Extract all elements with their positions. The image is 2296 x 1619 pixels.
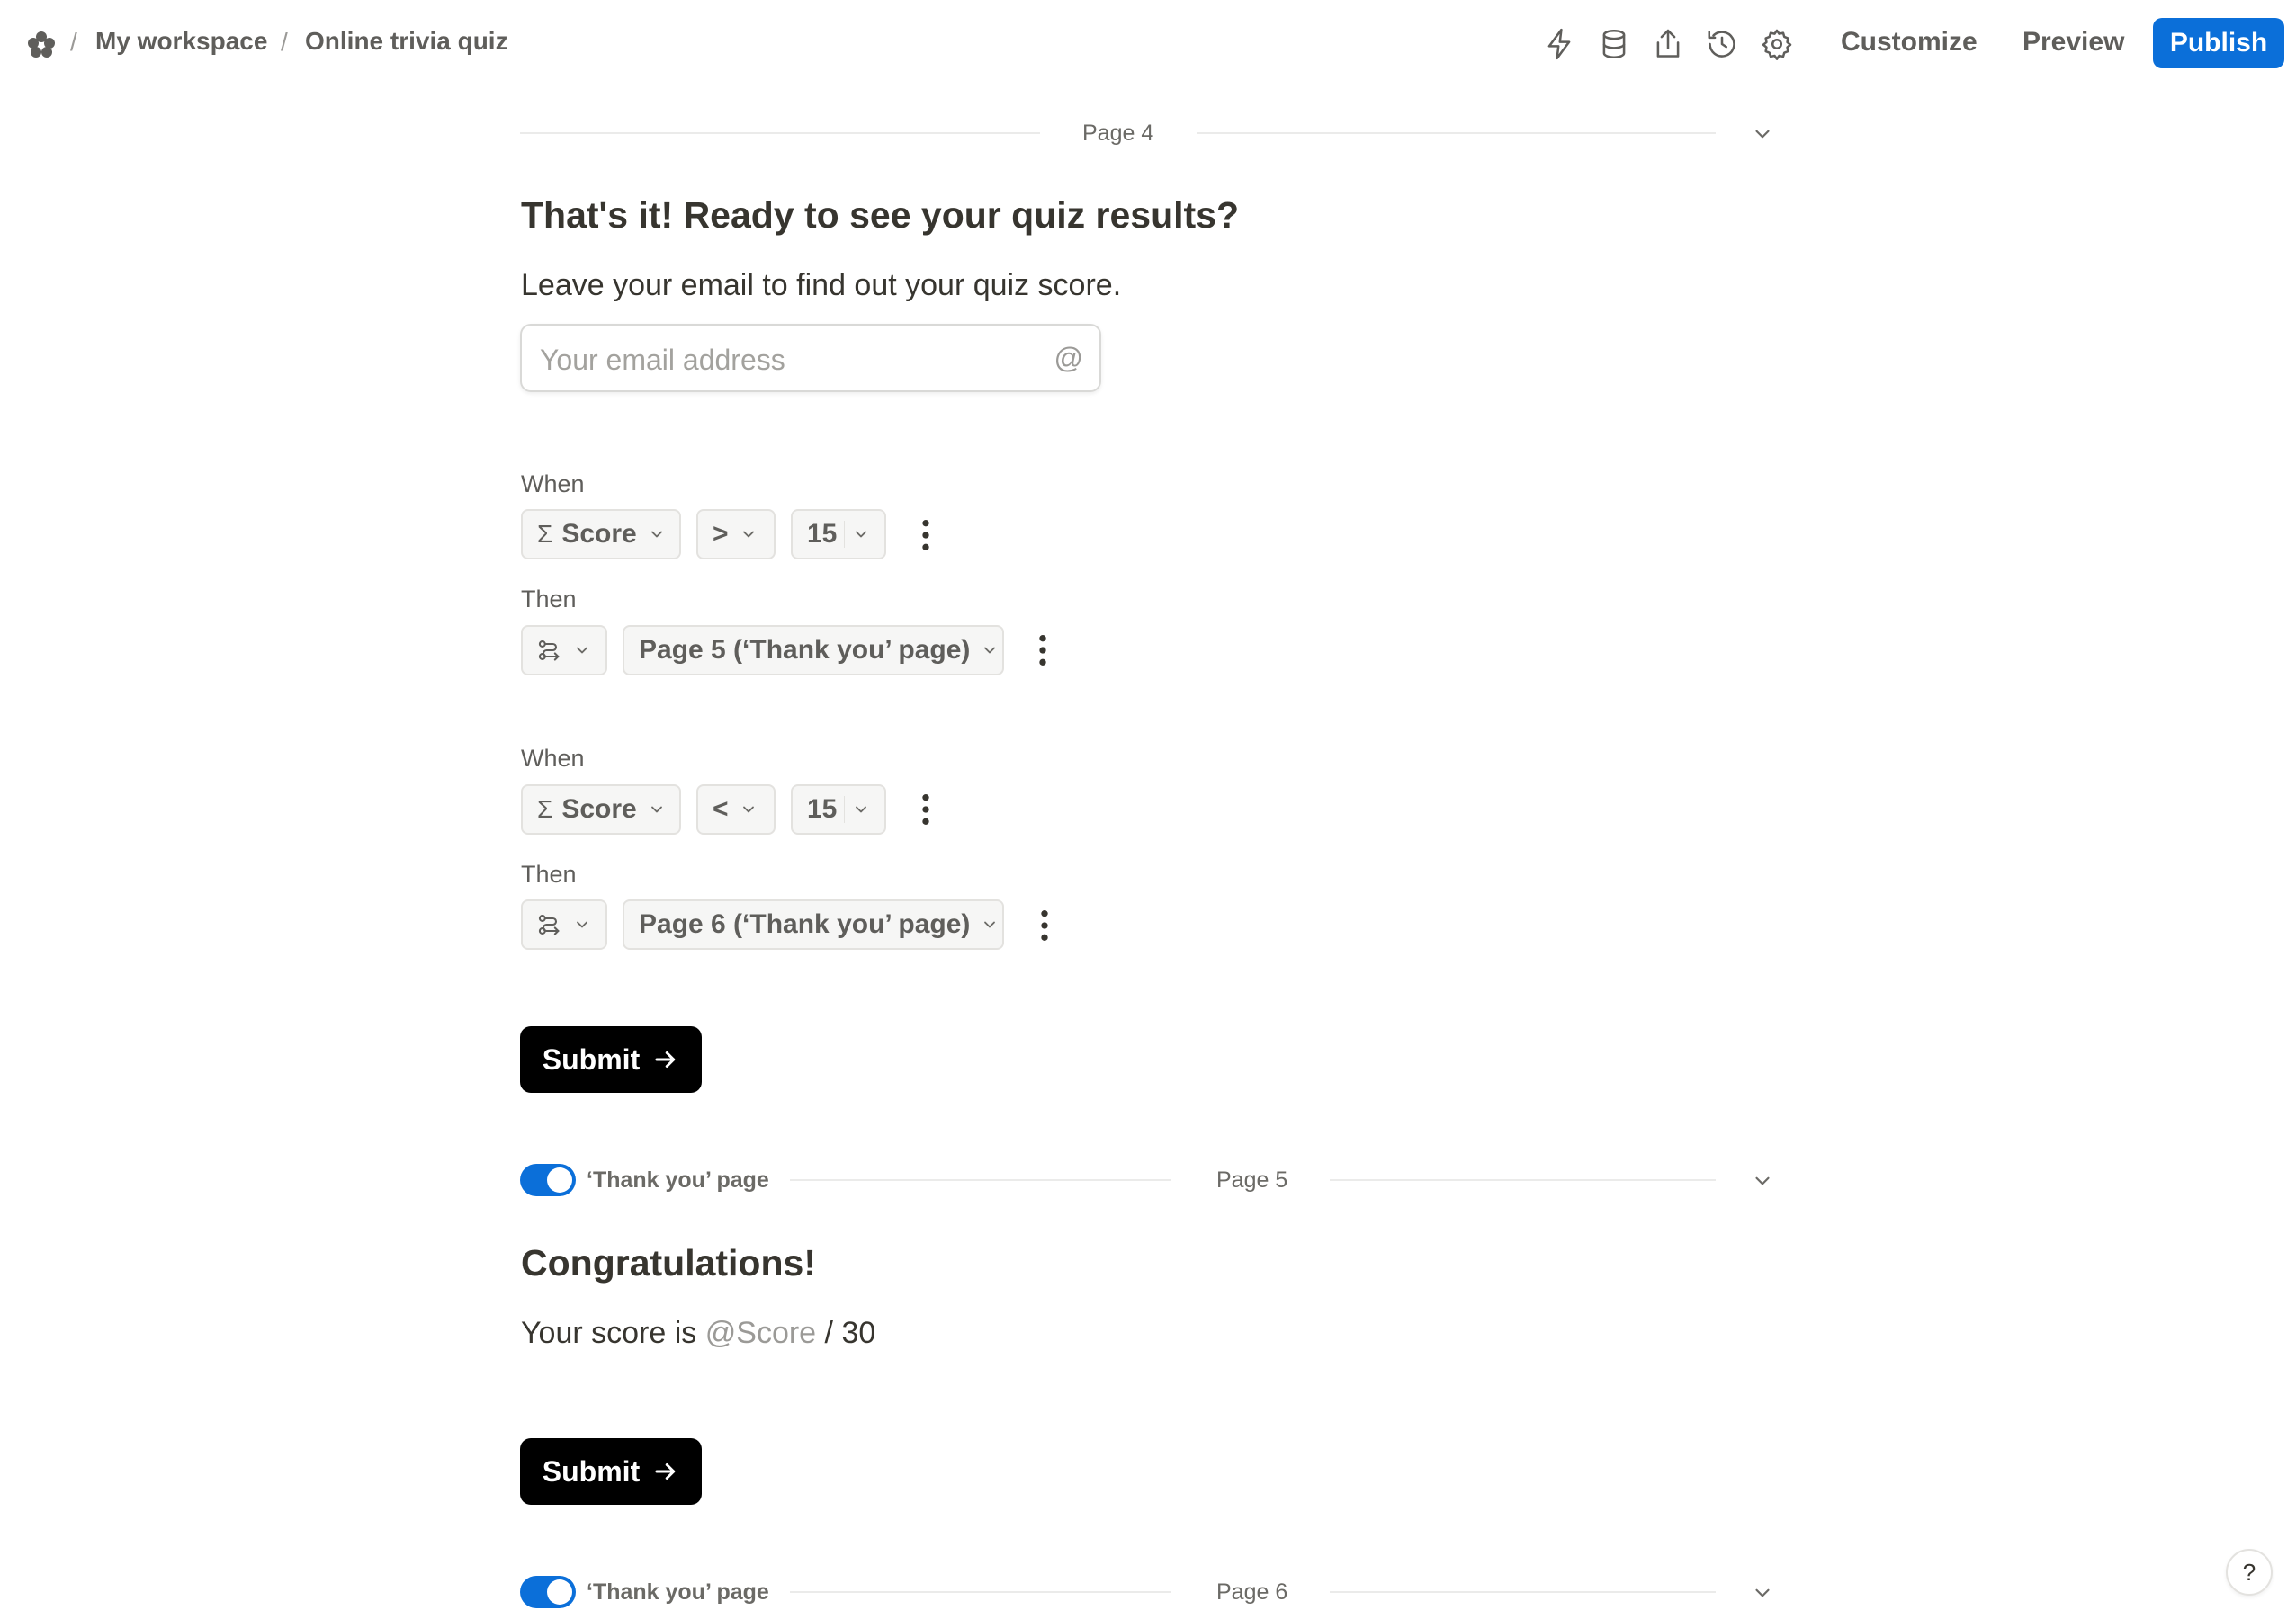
condition-operator-select[interactable]: > — [696, 509, 776, 559]
customize-button[interactable]: Customize — [1841, 27, 1978, 58]
score-suffix: / 30 — [824, 1316, 876, 1350]
when-label: When — [521, 745, 585, 772]
thank-you-page-label: ‘Thank you’ page — [587, 1579, 769, 1605]
page-divider-line — [1330, 1591, 1716, 1593]
chevron-down-icon — [650, 806, 662, 813]
sigma-icon: Σ — [537, 795, 553, 823]
condition-value: 15 — [807, 794, 838, 824]
action-type-select[interactable] — [521, 899, 607, 950]
history-icon[interactable] — [1705, 27, 1739, 61]
score-text[interactable]: Your score is @Score / 30 — [521, 1316, 875, 1351]
database-icon[interactable] — [1597, 27, 1631, 61]
page-label: Page 5 — [1216, 1167, 1288, 1193]
action-target-value: Page 5 (‘Thank you’ page) — [639, 635, 971, 665]
lightning-icon[interactable] — [1542, 27, 1576, 61]
then-label: Then — [521, 586, 577, 613]
more-options-icon[interactable] — [1036, 632, 1050, 668]
action-target-select[interactable]: Page 6 (‘Thank you’ page) — [623, 899, 1004, 950]
action-target-select[interactable]: Page 5 (‘Thank you’ page) — [623, 625, 1004, 675]
chevron-down-icon — [856, 806, 866, 813]
submit-button[interactable]: Submit — [520, 1026, 702, 1093]
chevron-down-icon — [856, 531, 866, 538]
gear-icon[interactable] — [1760, 27, 1794, 61]
condition-field-select[interactable]: Σ Score — [521, 509, 681, 559]
chevron-down-icon — [742, 806, 754, 813]
route-icon — [538, 915, 560, 935]
chevron-down-icon — [984, 647, 996, 654]
share-icon[interactable] — [1651, 27, 1685, 61]
action-target-value: Page 6 (‘Thank you’ page) — [639, 909, 971, 939]
preview-button[interactable]: Preview — [2022, 27, 2124, 58]
thank-you-page-label: ‘Thank you’ page — [587, 1167, 769, 1193]
more-options-icon[interactable] — [919, 517, 933, 553]
chevron-down-icon — [577, 647, 587, 654]
at-sign-icon: @ — [1054, 342, 1083, 374]
submit-label: Submit — [542, 1454, 641, 1488]
breadcrumb-separator: / — [281, 28, 288, 56]
chevron-down-icon — [742, 531, 754, 538]
condition-field-value: Score — [561, 519, 637, 549]
condition-field-select[interactable]: Σ Score — [521, 784, 681, 835]
chevron-down-icon[interactable] — [1751, 1581, 1774, 1605]
submit-label: Submit — [542, 1042, 641, 1076]
then-label: Then — [521, 861, 577, 888]
action-type-select[interactable] — [521, 625, 607, 675]
score-prefix: Your score is — [521, 1316, 697, 1350]
page-label: Page 6 — [1216, 1579, 1288, 1605]
when-label: When — [521, 470, 585, 497]
submit-button[interactable]: Submit — [520, 1438, 702, 1505]
email-placeholder: Your email address — [540, 344, 785, 376]
arrow-right-icon — [655, 1463, 676, 1480]
toggle-knob — [547, 1167, 572, 1193]
score-mention: @Score — [704, 1316, 817, 1350]
condition-value: 15 — [807, 519, 838, 549]
condition-operator-select[interactable]: < — [696, 784, 776, 835]
page-divider-line — [790, 1591, 1171, 1593]
condition-operator-value: > — [713, 519, 729, 549]
page-label: Page 4 — [1082, 121, 1154, 146]
top-bar: / My workspace / Online trivia quiz Cust… — [0, 0, 2296, 90]
toggle-knob — [547, 1579, 572, 1605]
more-options-icon[interactable] — [919, 792, 933, 827]
thank-you-title[interactable]: Congratulations! — [521, 1242, 816, 1284]
chevron-down-icon — [650, 531, 662, 538]
condition-operator-value: < — [713, 794, 729, 824]
chevron-down-icon[interactable] — [1751, 1169, 1774, 1193]
more-options-icon[interactable] — [1037, 908, 1052, 944]
email-field[interactable]: Your email address @ — [520, 324, 1101, 392]
page-description[interactable]: Leave your email to find out your quiz s… — [521, 268, 1121, 303]
chevron-down-icon — [984, 921, 996, 928]
arrow-right-icon — [655, 1051, 676, 1068]
pill-separator — [844, 796, 845, 823]
workspace-logo-icon[interactable] — [23, 27, 59, 63]
condition-value-select[interactable]: 15 — [791, 784, 886, 835]
sigma-icon: Σ — [537, 520, 553, 548]
page-title[interactable]: That's it! Ready to see your quiz result… — [521, 194, 1239, 237]
publish-button[interactable]: Publish — [2153, 18, 2284, 68]
chevron-down-icon — [577, 921, 587, 928]
pill-separator — [844, 521, 845, 548]
page-divider-line — [1197, 132, 1716, 134]
help-button[interactable]: ? — [2226, 1549, 2273, 1596]
page-divider-line — [790, 1179, 1171, 1181]
route-icon — [538, 640, 560, 661]
thank-you-page-toggle[interactable] — [520, 1164, 576, 1196]
chevron-down-icon[interactable] — [1751, 122, 1774, 146]
condition-field-value: Score — [561, 794, 637, 824]
breadcrumb-workspace[interactable]: My workspace — [95, 27, 267, 56]
breadcrumb-separator: / — [70, 28, 77, 56]
breadcrumb-form-title[interactable]: Online trivia quiz — [305, 27, 508, 56]
thank-you-page-toggle[interactable] — [520, 1576, 576, 1608]
page-divider-line — [1330, 1179, 1716, 1181]
page-divider-line — [520, 132, 1040, 134]
condition-value-select[interactable]: 15 — [791, 509, 886, 559]
